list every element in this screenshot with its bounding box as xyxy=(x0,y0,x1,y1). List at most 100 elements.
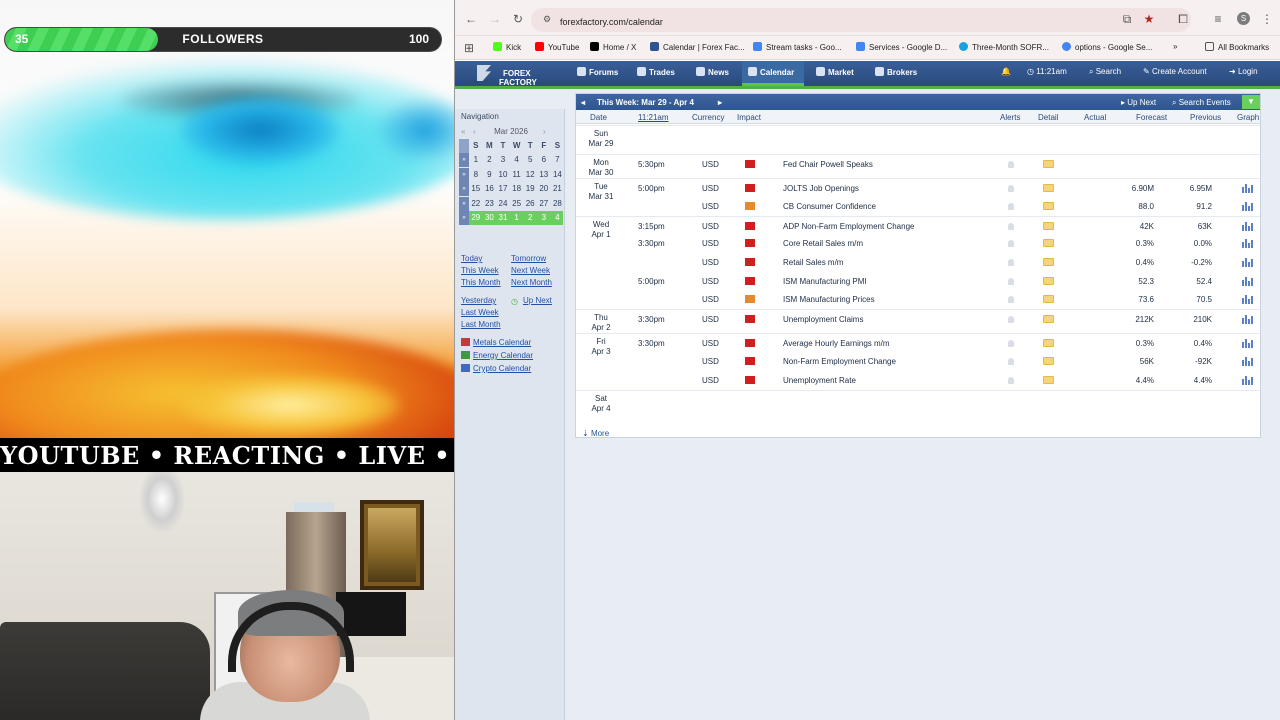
bookmark-kick[interactable]: Kick xyxy=(493,42,521,52)
graph-icon[interactable] xyxy=(1242,183,1253,193)
nav-forums[interactable]: Forums xyxy=(577,67,618,77)
back-icon[interactable]: ← xyxy=(465,13,477,25)
alert-bell-icon[interactable] xyxy=(1008,259,1014,266)
alert-bell-icon[interactable] xyxy=(1008,240,1014,247)
mini-calendar-week[interactable]: » 8 9 10 11 12 13 14 xyxy=(459,167,563,182)
mini-calendar-day[interactable]: 29 xyxy=(469,211,483,225)
extensions-icon[interactable]: ⧠ xyxy=(1177,13,1189,25)
calendar-row[interactable]: Mon Mar 30 5:30pm USD Fed Chair Powell Speak… xyxy=(576,154,1260,178)
mini-calendar-day[interactable]: 21 xyxy=(551,182,565,196)
link-today[interactable]: Today xyxy=(461,254,482,263)
graph-icon[interactable] xyxy=(1242,375,1253,385)
mini-calendar-day[interactable]: 24 xyxy=(496,197,510,211)
mini-calendar-day[interactable]: 8 xyxy=(469,168,483,182)
mini-calendar-day[interactable]: 22 xyxy=(469,197,483,211)
bookmark-services[interactable]: Services - Google D... xyxy=(856,42,947,52)
more-link[interactable]: ⇣ More xyxy=(582,429,609,438)
detail-folder-icon[interactable] xyxy=(1043,376,1054,384)
login-link[interactable]: ➜ Login xyxy=(1229,67,1258,76)
calendar-row[interactable]: Sat Apr 4 xyxy=(576,390,1260,424)
mini-calendar-day[interactable]: 3 xyxy=(496,153,510,167)
week-select-icon[interactable]: » xyxy=(459,211,469,225)
calendar-row[interactable]: Tue Mar 31 5:00pm USD JOLTS Job Openings 6.90… xyxy=(576,178,1260,201)
link-this-month[interactable]: This Month xyxy=(461,278,501,287)
create-account-link[interactable]: ✎ Create Account xyxy=(1143,67,1207,76)
link-metals-calendar[interactable]: Metals Calendar xyxy=(461,338,531,347)
link-energy-calendar[interactable]: Energy Calendar xyxy=(461,351,533,360)
alert-bell-icon[interactable] xyxy=(1008,203,1014,210)
mini-calendar-day[interactable]: 9 xyxy=(483,168,497,182)
mini-calendar-day[interactable]: 28 xyxy=(551,197,565,211)
mini-calendar-day[interactable]: 19 xyxy=(523,182,537,196)
high-impact-icon[interactable] xyxy=(745,258,755,266)
week-select-icon[interactable]: » xyxy=(459,196,469,211)
link-last-month[interactable]: Last Month xyxy=(461,320,501,329)
calendar-row[interactable]: Wed Apr 1 3:15pm USD ADP Non-Farm Employment… xyxy=(576,216,1260,239)
calendar-row[interactable]: USD ISM Manufacturing Prices 73.6 70.5 xyxy=(576,290,1260,309)
next-week-icon[interactable]: ▸ xyxy=(718,98,722,107)
link-next-month[interactable]: Next Month xyxy=(511,278,552,287)
prev-week-icon[interactable]: ◂ xyxy=(581,98,585,107)
high-impact-icon[interactable] xyxy=(745,222,755,230)
high-impact-icon[interactable] xyxy=(745,315,755,323)
graph-icon[interactable] xyxy=(1242,294,1253,304)
graph-icon[interactable] xyxy=(1242,257,1253,267)
link-yesterday[interactable]: Yesterday xyxy=(461,296,496,305)
mini-calendar-day[interactable]: 27 xyxy=(537,197,551,211)
mini-calendar-day[interactable]: 11 xyxy=(510,168,524,182)
all-bookmarks-folder[interactable]: All Bookmarks xyxy=(1205,42,1269,52)
bookmark-stream-tasks[interactable]: Stream tasks - Goo... xyxy=(753,42,842,52)
link-this-week[interactable]: This Week xyxy=(461,266,499,275)
high-impact-icon[interactable] xyxy=(745,339,755,347)
mini-calendar-day[interactable]: 5 xyxy=(523,153,537,167)
mini-calendar-day[interactable]: 7 xyxy=(551,153,565,167)
calendar-row[interactable]: Fri Apr 3 3:30pm USD Average Hourly Earnings… xyxy=(576,333,1260,356)
filter-icon[interactable]: ▼ xyxy=(1242,95,1260,109)
forward-icon[interactable]: → xyxy=(489,13,501,25)
mini-calendar-day[interactable]: 3 xyxy=(537,211,551,225)
mini-calendar-day[interactable]: 30 xyxy=(483,211,497,225)
mini-calendar-day[interactable]: 16 xyxy=(483,182,497,196)
calendar-row[interactable]: 3:30pm USD Core Retail Sales m/m 0.3% 0.0% xyxy=(576,234,1260,253)
mini-calendar-day[interactable]: 25 xyxy=(510,197,524,211)
high-impact-icon[interactable] xyxy=(745,277,755,285)
calendar-row[interactable]: 5:00pm USD ISM Manufacturing PMI 52.3 52.4 xyxy=(576,272,1260,290)
detail-folder-icon[interactable] xyxy=(1043,160,1054,168)
calendar-row[interactable]: USD CB Consumer Confidence 88.0 91.2 xyxy=(576,197,1260,216)
link-tomorrow[interactable]: Tomorrow xyxy=(511,254,546,263)
detail-folder-icon[interactable] xyxy=(1043,184,1054,192)
graph-icon[interactable] xyxy=(1242,356,1253,366)
apps-grid-icon[interactable]: ⊞ xyxy=(463,42,475,54)
mini-calendar-day[interactable]: 18 xyxy=(510,182,524,196)
media-controls-icon[interactable]: ≡ xyxy=(1212,13,1224,25)
high-impact-icon[interactable] xyxy=(745,357,755,365)
mini-calendar-day[interactable]: 6 xyxy=(537,153,551,167)
detail-folder-icon[interactable] xyxy=(1043,277,1054,285)
calendar-row[interactable]: USD Non-Farm Employment Change 56K -92K xyxy=(576,352,1260,371)
mini-calendar-day[interactable]: 2 xyxy=(483,153,497,167)
link-next-week[interactable]: Next Week xyxy=(511,266,550,275)
graph-icon[interactable] xyxy=(1242,221,1253,231)
search-link[interactable]: ⌕ Search xyxy=(1089,67,1121,77)
detail-folder-icon[interactable] xyxy=(1043,239,1054,247)
reload-icon[interactable]: ↻ xyxy=(512,13,524,25)
graph-icon[interactable] xyxy=(1242,201,1253,211)
high-impact-icon[interactable] xyxy=(745,184,755,192)
mini-calendar-day[interactable]: 1 xyxy=(469,153,483,167)
detail-folder-icon[interactable] xyxy=(1043,295,1054,303)
mini-calendar-week[interactable]: » 1 2 3 4 5 6 7 xyxy=(459,153,563,167)
mini-calendar-day[interactable]: 4 xyxy=(551,211,565,225)
detail-folder-icon[interactable] xyxy=(1043,357,1054,365)
alert-bell-icon[interactable] xyxy=(1008,377,1014,384)
link-last-week[interactable]: Last Week xyxy=(461,308,499,317)
mini-calendar-day[interactable]: 1 xyxy=(510,211,524,225)
calendar-row[interactable]: USD Unemployment Rate 4.4% 4.4% xyxy=(576,371,1260,390)
week-select-icon[interactable]: » xyxy=(459,167,469,182)
header-time[interactable]: 11:21am xyxy=(638,113,669,122)
calendar-row[interactable]: Thu Apr 2 3:30pm USD Unemployment Claims 212K… xyxy=(576,309,1260,333)
menu-kebab-icon[interactable]: ⋮ xyxy=(1261,13,1273,25)
mini-calendar-day[interactable]: 15 xyxy=(469,182,483,196)
medium-impact-icon[interactable] xyxy=(745,295,755,303)
mini-calendar-week[interactable]: » 22 23 24 25 26 27 28 xyxy=(459,196,565,211)
nav-calendar[interactable]: Calendar xyxy=(748,67,794,77)
